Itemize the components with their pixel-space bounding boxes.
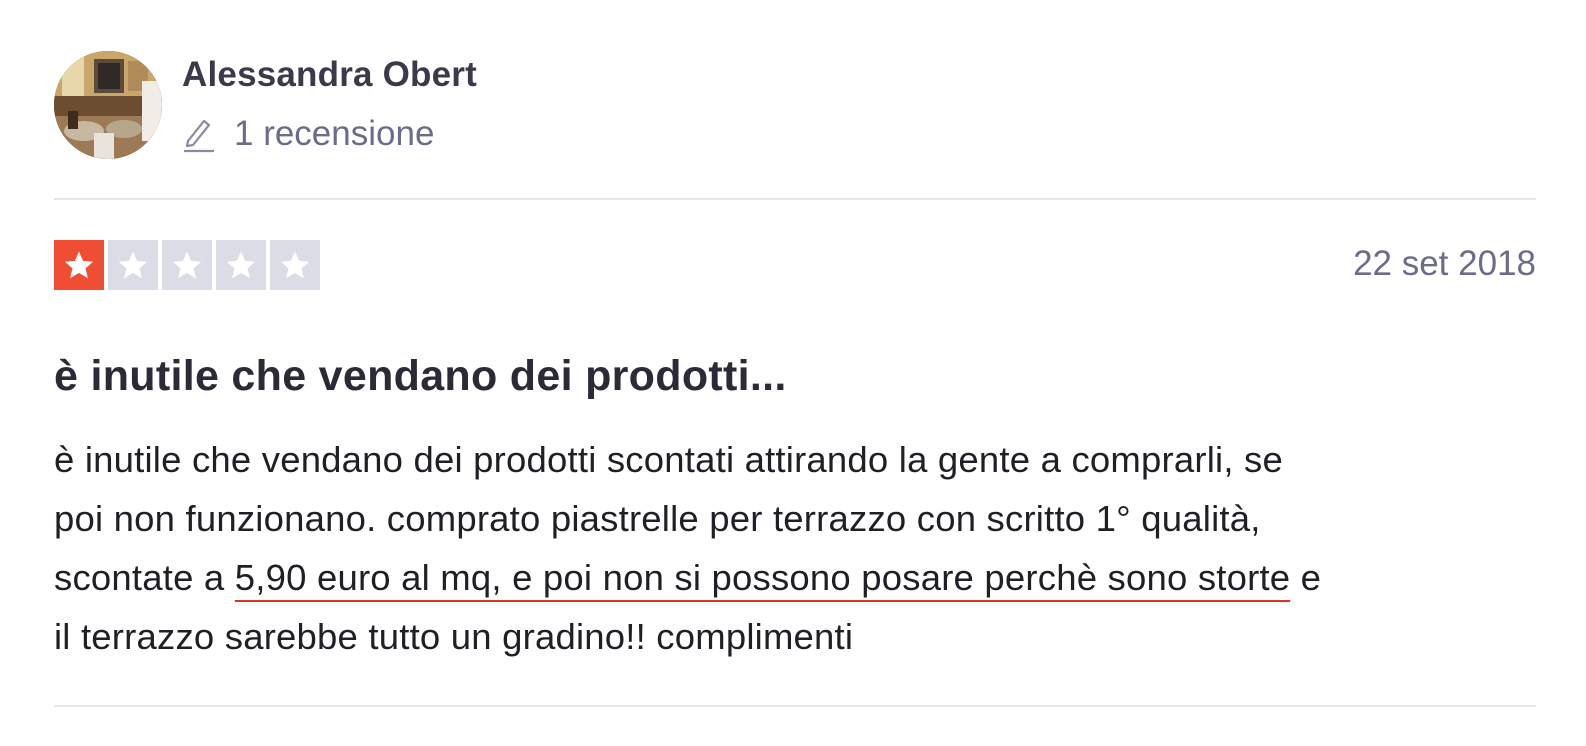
star-empty-icon bbox=[162, 240, 212, 290]
star-filled-icon bbox=[54, 240, 104, 290]
review-count: 1 recensione bbox=[182, 114, 434, 154]
star-empty-icon bbox=[270, 240, 320, 290]
review-body-text: e bbox=[1290, 557, 1322, 598]
review-body-text: scontate a bbox=[54, 557, 235, 598]
divider bbox=[54, 198, 1536, 200]
consumer-name[interactable]: Alessandra Obert bbox=[182, 55, 477, 95]
pencil-icon bbox=[184, 119, 214, 153]
review-body-line: è inutile che vendano dei prodotti scont… bbox=[54, 439, 1283, 480]
spellcheck-underlined-text: 5,90 euro al mq, e poi non si possono po… bbox=[234, 557, 1291, 598]
consumer-avatar[interactable] bbox=[54, 51, 162, 159]
review-date: 22 set 2018 bbox=[1353, 244, 1536, 283]
review-body-line: scontate a 5,90 euro al mq, e poi non si… bbox=[54, 548, 1536, 607]
review-body: è inutile che vendano dei prodotti scont… bbox=[54, 430, 1536, 666]
review-body-line: poi non funzionano. comprato piastrelle … bbox=[54, 498, 1261, 539]
star-empty-icon bbox=[108, 240, 158, 290]
star-empty-icon bbox=[216, 240, 266, 290]
star-rating bbox=[54, 240, 320, 290]
avatar-photo-icon bbox=[54, 51, 162, 159]
review-body-line: il terrazzo sarebbe tutto un gradino!! c… bbox=[54, 616, 854, 657]
review-card: Alessandra Obert 1 recensione 22 set 201… bbox=[54, 0, 1536, 746]
review-title[interactable]: è inutile che vendano dei prodotti... bbox=[54, 352, 787, 401]
review-count-label: 1 recensione bbox=[234, 114, 435, 153]
divider bbox=[54, 705, 1536, 707]
